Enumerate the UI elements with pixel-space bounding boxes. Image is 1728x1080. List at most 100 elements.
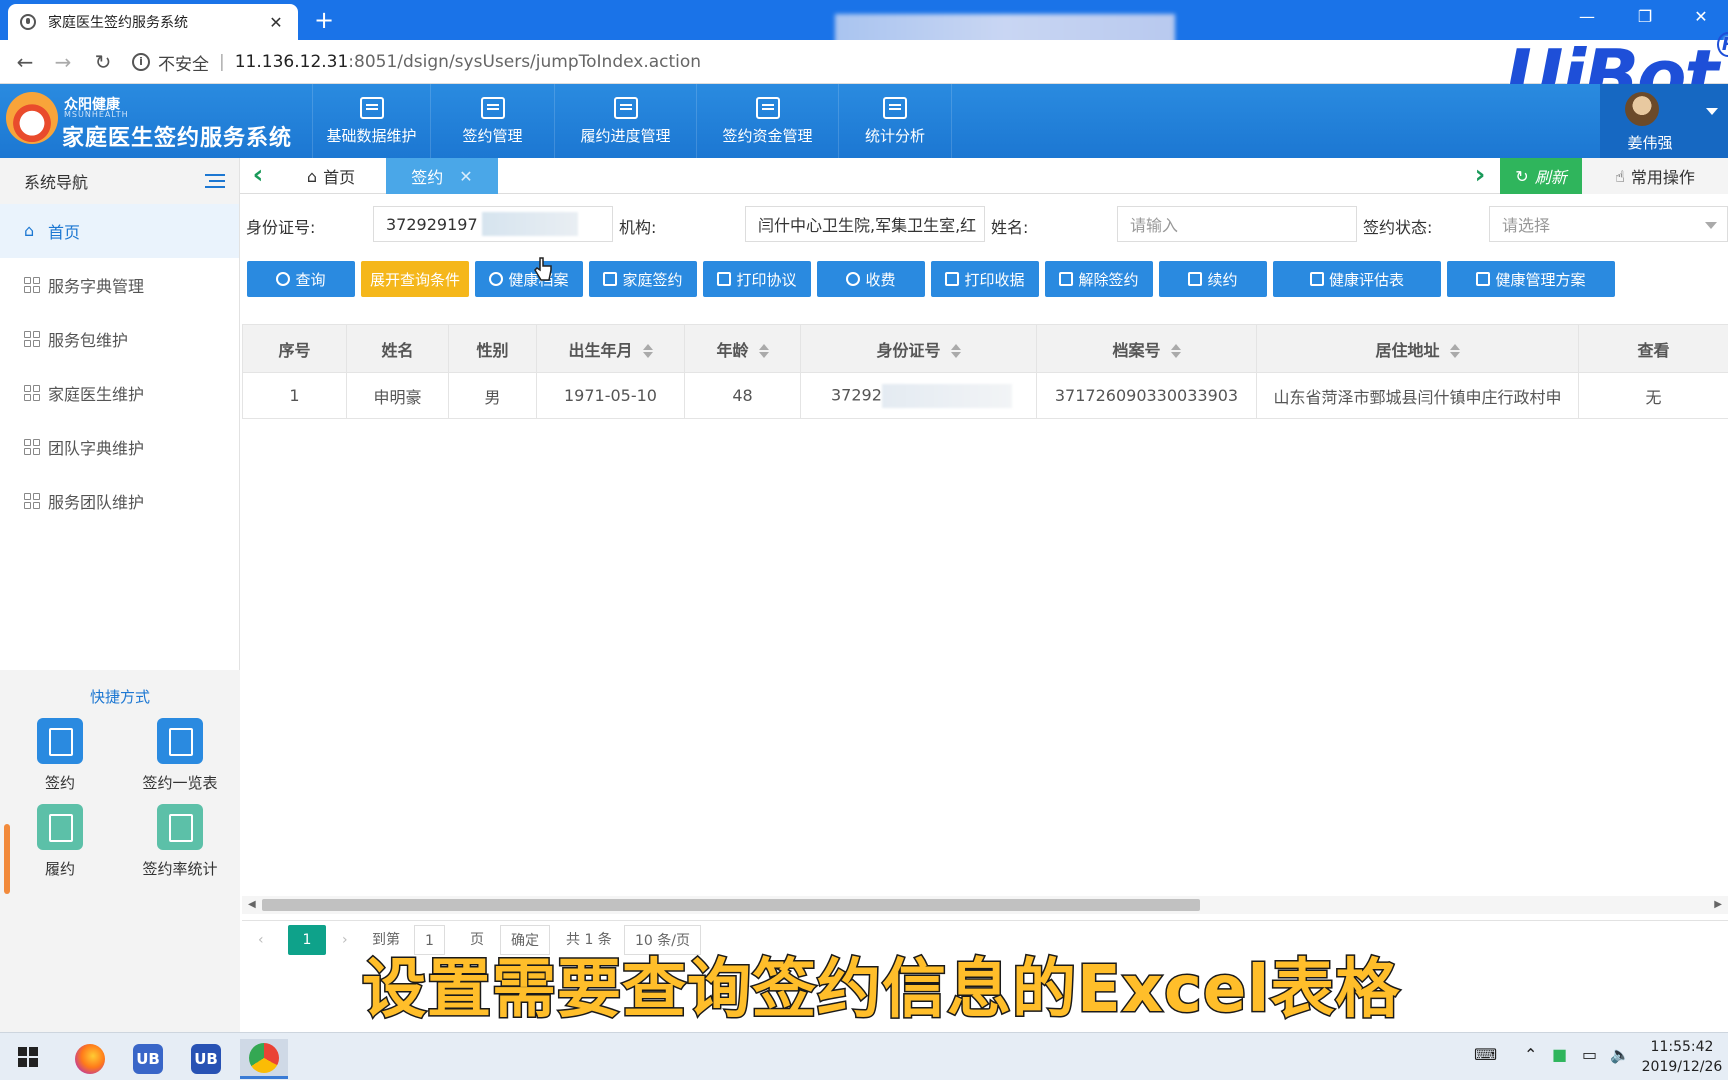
menu-label: 统计分析 [864,126,925,145]
sidebar-item-label: 家庭医生维护 [48,385,145,404]
app-tray-icon[interactable]: ■ [1552,1045,1567,1064]
col-header-birth[interactable]: 出生年月 [536,324,685,373]
back-arrow-icon[interactable]: ← [10,48,40,76]
side-scroll-indicator [4,824,10,894]
cell-gender: 男 [448,372,537,419]
system-clock[interactable]: 11:55:42 2019/12/26 [1640,1037,1724,1077]
tab-sign[interactable]: 签约 ✕ [386,158,498,194]
menu-funds[interactable]: 签约资金管理 [696,84,838,158]
health-record-button[interactable]: 健康档案 [475,261,583,297]
tabs-next-icon[interactable]: › [1462,158,1498,194]
tray-chevron-up-icon[interactable]: ⌃ [1524,1045,1537,1064]
quick-sign-list[interactable]: 签约一览表 [130,718,230,793]
sort-icon[interactable] [642,344,653,358]
menu-label: 签约资金管理 [722,126,813,145]
tabs-prev-icon[interactable]: ‹ [240,158,276,194]
id-label: 身份证号: [246,218,316,237]
col-header-record[interactable]: 档案号 [1036,324,1257,373]
tab-close-icon[interactable]: ✕ [459,167,472,186]
window-close-icon[interactable]: ✕ [1676,2,1726,32]
tab-close-icon[interactable]: ✕ [266,13,286,32]
family-sign-button[interactable]: 家庭签约 [589,261,697,297]
user-name: 姜伟强 [1627,134,1673,152]
reload-icon[interactable]: ↻ [88,48,118,76]
network-icon[interactable]: ▭ [1582,1045,1597,1064]
sort-icon[interactable] [1449,344,1460,358]
forward-arrow-icon[interactable]: → [48,48,78,76]
id-number-input[interactable]: 372929197 [373,206,613,242]
menu-progress[interactable]: 履约进度管理 [554,84,696,158]
horizontal-scrollbar[interactable]: ◀ ▶ [242,896,1728,914]
menu-toggle-icon[interactable] [205,174,225,188]
scroll-right-icon[interactable]: ▶ [1714,896,1722,914]
org-select[interactable]: 闫什中心卫生院,军集卫生室,红 [745,206,985,242]
button-label: 健康评估表 [1328,270,1404,289]
blurred-id [881,383,1012,408]
common-ops-button[interactable]: ☝ 常用操作 [1582,158,1728,194]
cell-name: 申明豪 [346,372,449,419]
expand-filters-button[interactable]: 展开查询条件 [361,261,469,297]
col-header-age[interactable]: 年龄 [684,324,801,373]
sidebar-item-service-package[interactable]: 服务包维护 [0,312,239,366]
user-menu[interactable]: 姜伟强 [1600,84,1728,158]
firefox-taskbar-icon[interactable] [66,1039,114,1079]
table-row[interactable]: 1 申明豪 男 1971-05-10 48 37292 371726090330… [242,372,1728,419]
sidebar-item-service-team[interactable]: 服务团队维护 [0,474,239,528]
sidebar-item-home[interactable]: ⌂ 首页 [0,204,239,258]
button-label: 续约 [1207,270,1238,289]
health-assessment-button[interactable]: 健康评估表 [1273,261,1441,297]
info-icon[interactable]: i [132,53,150,71]
chrome-taskbar-icon[interactable] [240,1039,288,1079]
col-header-address[interactable]: 居住地址 [1256,324,1579,373]
browser-tab[interactable]: 家庭医生签约服务系统 ✕ [8,4,298,40]
document-icon [603,272,618,286]
sort-icon[interactable] [950,344,961,358]
quick-label: 履约 [44,860,75,878]
query-button[interactable]: 查询 [247,261,355,297]
print-agreement-button[interactable]: 打印协议 [703,261,811,297]
windows-start-icon[interactable] [18,1047,38,1067]
prev-page-icon[interactable]: ‹ [258,925,264,955]
restore-icon[interactable]: ❐ [1620,2,1670,32]
link-icon [489,272,504,286]
page-current[interactable]: 1 [288,925,326,955]
hand-cursor-icon [534,257,552,281]
sort-icon[interactable] [1170,344,1181,358]
quick-fulfill[interactable]: 履约 [10,804,110,879]
renew-button[interactable]: 续约 [1159,261,1267,297]
cancel-sign-button[interactable]: 解除签约 [1045,261,1153,297]
cell-view[interactable]: 无 [1578,372,1728,419]
refresh-button[interactable]: ↻ 刷新 [1500,158,1582,194]
new-tab-button[interactable]: + [310,6,338,34]
status-select[interactable]: 请选择 [1489,206,1728,242]
scroll-left-icon[interactable]: ◀ [248,896,256,914]
button-label: 打印收据 [964,270,1025,289]
keyboard-icon[interactable]: ⌨ [1474,1045,1497,1064]
menu-basic-data[interactable]: 基础数据维护 [312,84,430,158]
name-input[interactable]: 请输入 [1117,206,1357,242]
sort-icon[interactable] [758,344,769,358]
col-header-id[interactable]: 身份证号 [800,324,1037,373]
minimize-icon[interactable]: — [1562,2,1612,32]
menu-statistics[interactable]: 统计分析 [838,84,952,158]
tab-home[interactable]: ⌂ 首页 [276,158,386,194]
sidebar-item-team-dict[interactable]: 团队字典维护 [0,420,239,474]
tab-label: 签约 [411,168,444,187]
charge-button[interactable]: 收费 [817,261,925,297]
taskbar: UB UB ⌨ ⌃ ■ ▭ 🔈 11:55:42 2019/12/26 [0,1032,1728,1080]
next-page-icon[interactable]: › [342,925,348,955]
sidebar-title: 系统导航 [24,173,89,192]
quick-sign[interactable]: 签约 [10,718,110,793]
uibot-taskbar-icon[interactable]: UB [124,1039,172,1079]
uibot-worker-taskbar-icon[interactable]: UB [182,1039,230,1079]
health-plan-button[interactable]: 健康管理方案 [1447,261,1615,297]
quick-sign-rate[interactable]: 签约率统计 [130,804,230,879]
sidebar-item-service-dict[interactable]: 服务字典管理 [0,258,239,312]
sidebar-item-family-doctor[interactable]: 家庭医生维护 [0,366,239,420]
print-receipt-button[interactable]: 打印收据 [931,261,1039,297]
app-header: 众阳健康 MSUNHEALTH 家庭医生签约服务系统 基础数据维护 签约管理 履… [0,84,1728,158]
menu-signing[interactable]: 签约管理 [430,84,554,158]
volume-icon[interactable]: 🔈 [1610,1045,1630,1064]
url-field[interactable]: i 不安全 | 11.136.12.31 :8051/dsign/sysUser… [132,46,1572,78]
scrollbar-thumb[interactable] [262,899,1200,911]
